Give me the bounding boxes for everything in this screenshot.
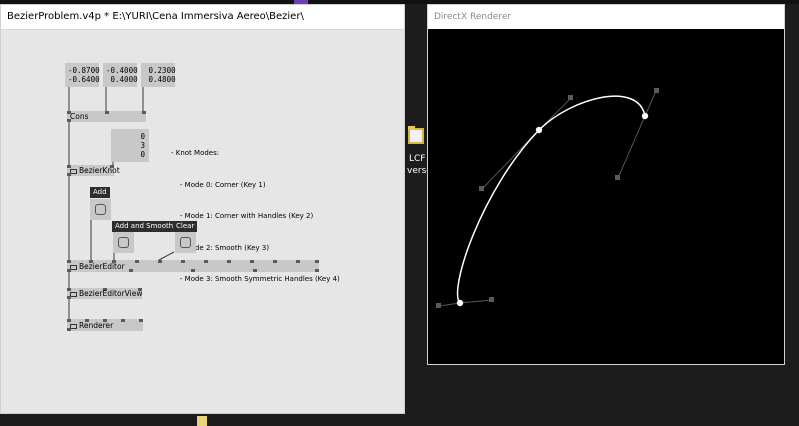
output-pin[interactable] [129,269,133,272]
handle-line [459,299,493,304]
node-bezier-editor[interactable]: BezierEditor [67,260,319,272]
iobox-value: -0.8700 [68,66,100,75]
control-handle[interactable] [654,88,659,93]
input-pin[interactable] [273,260,277,263]
node-type-icon [70,292,77,297]
patch-window[interactable]: BezierProblem.v4p * E:\YURI\Cena Immersi… [0,4,405,414]
iobox-knot-mode[interactable]: 0 3 0 [111,129,149,162]
renderer-window-icon [70,324,77,329]
iobox-xy-3[interactable]: 0.2300 0.4800 [141,63,176,87]
bang-add-and-smooth-toggle[interactable] [118,237,129,248]
node-cons-label: Cons [70,112,89,121]
node-bezier-editor-view[interactable]: BezierEditorView [67,288,142,299]
handle-line [644,90,657,117]
comment-line: - Mode 0: Corner (Key 1) [171,180,266,189]
input-pin[interactable] [139,319,143,322]
output-pin[interactable] [67,119,71,122]
output-pin[interactable] [67,269,71,272]
iobox-value: -0.6400 [68,75,100,84]
node-bezier-knot-label: BezierKnot [79,166,120,175]
bang-add-and-smooth-label: Add and Smooth [112,221,177,232]
bang-clear-toggle[interactable] [180,237,191,248]
desktop-bottom-fragment [197,416,207,426]
iobox-xy-2[interactable]: -0.4000 0.4000 [103,63,138,87]
comment-line: - Mode 2: Smooth (Key 3) [171,243,270,252]
node-bezier-editor-label: BezierEditor [79,262,125,271]
renderer-window-title: DirectX Renderer [428,5,784,29]
output-pin[interactable] [315,269,319,272]
comment-line: - Mode 1: Corner with Handles (Key 2) [171,212,314,220]
bang-clear-button[interactable] [175,232,196,253]
iobox-xy-1[interactable]: -0.8700 -0.6400 [65,63,100,87]
desktop-label-line1[interactable]: LCF [409,154,425,165]
comment-line: - Knot Modes: [171,149,220,157]
control-handle[interactable] [436,303,441,308]
bezier-knot-point[interactable] [456,299,464,307]
output-pin[interactable] [253,269,257,272]
input-pin[interactable] [142,111,146,114]
bezier-knot-point[interactable] [535,126,543,134]
output-pin[interactable] [191,269,195,272]
bang-clear-label: Clear [173,221,198,232]
iobox-value: 3 [140,141,145,150]
input-pin[interactable] [315,260,319,263]
handle-line [617,115,646,179]
iobox-value: 0.2300 [144,66,176,75]
control-handle[interactable] [568,95,573,100]
node-type-icon [70,265,77,270]
input-pin[interactable] [158,260,162,263]
node-cons[interactable]: Cons [67,111,146,122]
input-pin[interactable] [227,260,231,263]
patch-window-title: BezierProblem.v4p * E:\YURI\Cena Immersi… [1,5,404,30]
node-renderer[interactable]: Renderer [67,319,143,331]
bang-add-toggle[interactable] [95,204,106,215]
control-handle[interactable] [489,297,494,302]
input-pin[interactable] [204,260,208,263]
knot-modes-comment: - Knot Modes: - Mode 0: Corner (Key 1) -… [171,127,340,306]
input-pin[interactable] [296,260,300,263]
bezier-knot-point[interactable] [641,112,649,120]
node-bezier-editor-view-label: BezierEditorView [79,289,143,298]
input-pin[interactable] [250,260,254,263]
bang-add-label: Add [90,187,110,198]
iobox-value: 0 [140,150,145,159]
iobox-value: 0.4000 [106,75,138,84]
control-handle[interactable] [479,186,484,191]
node-renderer-label: Renderer [79,321,114,330]
bezier-curve [456,95,646,304]
input-pin[interactable] [121,319,125,322]
output-pin[interactable] [67,296,71,299]
input-pin[interactable] [135,260,139,263]
iobox-value: 0.4800 [144,75,176,84]
iobox-value: 0 [140,132,145,141]
control-handle[interactable] [615,175,620,180]
renderer-window[interactable]: DirectX Renderer [427,4,785,365]
node-bezier-knot[interactable]: BezierKnot [67,165,120,176]
renderer-canvas[interactable] [428,30,784,364]
iobox-value: -0.4000 [106,66,138,75]
bang-add-and-smooth-button[interactable] [113,232,134,253]
input-pin[interactable] [105,111,109,114]
folder-icon[interactable] [406,124,426,146]
input-pin[interactable] [181,260,185,263]
output-pin[interactable] [67,328,71,331]
comment-line: - Mode 3: Smooth Symmetric Handles (Key … [171,275,340,283]
bang-add-button[interactable] [90,199,111,220]
output-pin[interactable] [67,173,71,176]
node-type-icon [70,169,77,174]
patch-canvas[interactable]: -0.8700 -0.6400 -0.4000 0.4000 0.2300 0.… [1,30,404,413]
